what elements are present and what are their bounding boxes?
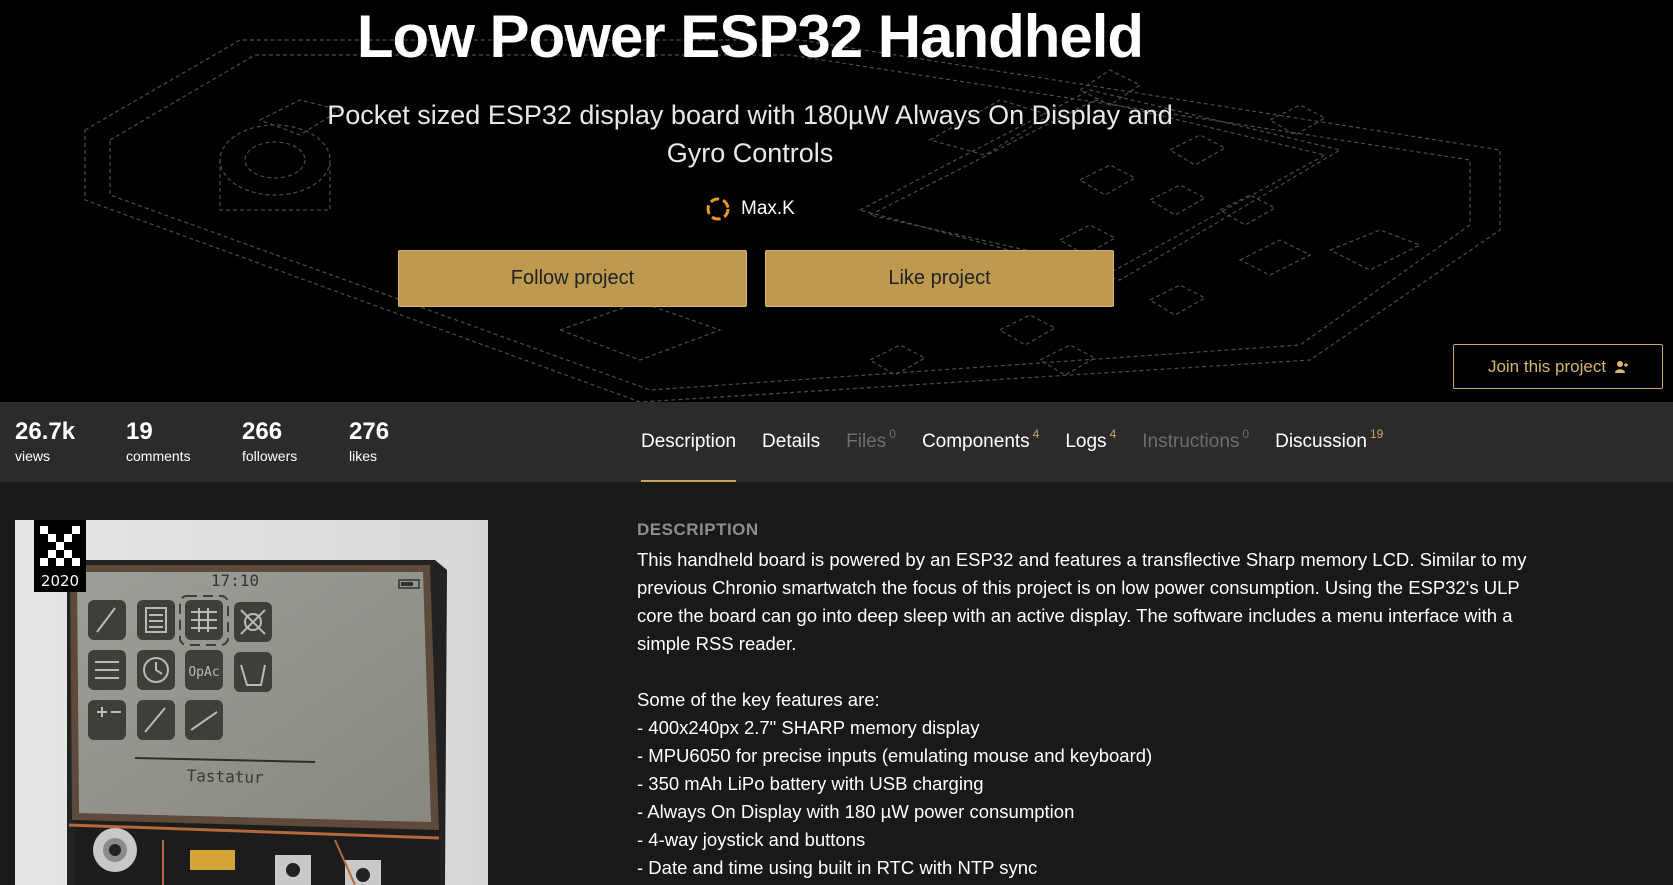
- tab-discussion[interactable]: Discussion 19: [1275, 402, 1383, 482]
- project-tabs: Description Details Files 0 Components 4 L…: [641, 402, 1409, 482]
- author-name: Max.K: [741, 198, 795, 219]
- main-content: 17:10 OpAc Tastatur 2020 DESCRIPTION Thi…: [0, 482, 1673, 885]
- stat-comments-label: comments: [126, 448, 191, 464]
- stat-likes-value: 276: [349, 418, 390, 445]
- feature-item: - Date and time using built in RTC with …: [637, 857, 1038, 878]
- tab-discussion-count: 19: [1369, 427, 1384, 441]
- stat-followers-label: followers: [242, 448, 298, 464]
- pixel-skull-icon: [40, 526, 80, 566]
- tab-details[interactable]: Details: [762, 402, 820, 482]
- feature-item: - Always On Display with 180 µW power co…: [637, 801, 1075, 822]
- description-section: DESCRIPTION This handheld board is power…: [637, 520, 1537, 882]
- author-avatar-icon: [706, 197, 730, 221]
- user-plus-icon: [1615, 360, 1629, 373]
- feature-item: - MPU6050 for precise inputs (emulating …: [637, 745, 1153, 766]
- stats-tabs-bar: 26.7k views 19 comments 266 followers 27…: [0, 402, 1673, 482]
- features-list: - 400x240px 2.7" SHARP memory display - …: [637, 714, 1537, 882]
- description-heading: DESCRIPTION: [637, 520, 759, 539]
- feature-item: - 400x240px 2.7" SHARP memory display: [637, 717, 980, 738]
- stat-likes: 276 likes: [349, 418, 389, 464]
- project-subtitle: Pocket sized ESP32 display board with 18…: [327, 100, 1173, 168]
- hero-banner: Low Power ESP32 Handheld Pocket sized ES…: [0, 0, 1673, 402]
- stat-views: 26.7k views: [15, 418, 75, 464]
- description-paragraph: This handheld board is powered by an ESP…: [637, 549, 1527, 654]
- device-caption-text: Tastatur: [186, 766, 264, 787]
- join-project-label: Join this project: [1487, 356, 1607, 376]
- like-project-button[interactable]: Like project: [765, 250, 1114, 307]
- hackaday-2020-badge: 2020: [34, 520, 86, 592]
- stat-views-label: views: [15, 448, 51, 464]
- stat-followers: 266 followers: [242, 418, 297, 464]
- stat-views-value: 26.7k: [15, 418, 76, 445]
- badge-year: 2020: [40, 572, 80, 590]
- features-intro: Some of the key features are:: [637, 689, 880, 710]
- tab-components-count: 4: [1032, 427, 1040, 441]
- stat-followers-value: 266: [242, 418, 283, 445]
- stat-likes-label: likes: [349, 448, 378, 464]
- feature-item: - 4-way joystick and buttons: [637, 829, 866, 850]
- follow-project-button[interactable]: Follow project: [398, 250, 747, 307]
- project-title: Low Power ESP32 Handheld: [356, 3, 1144, 70]
- feature-item: - 350 mAh LiPo battery with USB charging: [637, 773, 984, 794]
- tab-description[interactable]: Description: [641, 402, 737, 482]
- stat-comments-value: 19: [126, 418, 153, 445]
- tab-instructions-count: 0: [1242, 427, 1250, 441]
- tab-components[interactable]: Components 4: [922, 402, 1039, 482]
- join-project-button[interactable]: Join this project: [1453, 344, 1663, 389]
- tab-logs-count: 4: [1109, 427, 1117, 441]
- tab-logs[interactable]: Logs 4: [1065, 402, 1116, 482]
- device-time-text: 17:10: [211, 571, 259, 590]
- stat-comments: 19 comments: [126, 418, 191, 464]
- author-link[interactable]: Max.K: [705, 194, 795, 224]
- svg-text:OpAc: OpAc: [188, 665, 219, 680]
- tab-files[interactable]: Files 0: [846, 402, 896, 482]
- tab-instructions[interactable]: Instructions 0: [1142, 402, 1249, 482]
- tab-files-count: 0: [889, 427, 896, 441]
